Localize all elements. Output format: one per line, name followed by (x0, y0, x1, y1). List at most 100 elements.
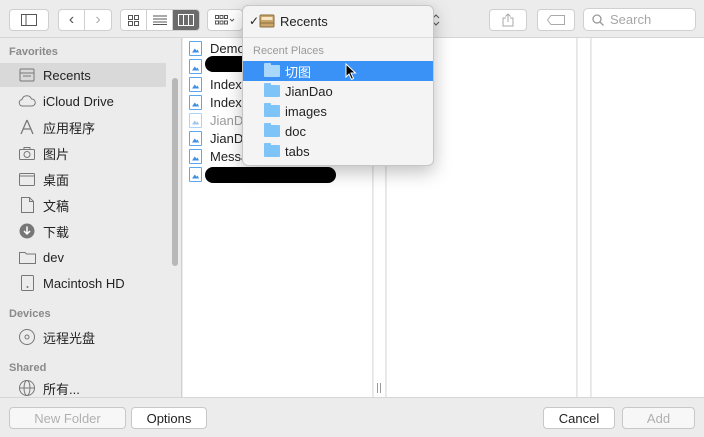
devices-title: Devices (9, 308, 51, 320)
recent-place-item[interactable]: doc (243, 121, 433, 141)
sidebar-item-label: 远程光盘 (43, 330, 96, 346)
file-item[interactable]: Indexe (189, 93, 249, 111)
image-file-icon (189, 130, 202, 146)
recent-place-label: 切图 (285, 64, 312, 80)
icon-view-button[interactable] (121, 10, 147, 30)
file-item[interactable]: Messa (189, 147, 248, 165)
folder-icon (264, 83, 280, 97)
sidebar-toggle-button[interactable] (9, 9, 49, 31)
document-icon (18, 196, 36, 214)
arrange-button[interactable] (207, 9, 243, 31)
disk-icon (18, 274, 36, 292)
search-field[interactable]: Search (583, 8, 696, 31)
folder-icon (264, 143, 280, 157)
disc-icon (18, 328, 36, 346)
view-mode-control (120, 9, 200, 31)
grid-icon (128, 14, 139, 26)
sidebar-scrollbar[interactable] (172, 78, 178, 266)
share-icon (502, 13, 514, 27)
new-folder-button[interactable]: New Folder (9, 407, 126, 429)
image-file-icon (189, 148, 202, 164)
recent-place-item[interactable]: 切图 (243, 61, 433, 81)
image-file-icon (189, 112, 202, 128)
folder-icon (264, 63, 280, 77)
empty-column (592, 38, 704, 397)
recents-drawer-icon (259, 14, 275, 28)
recents-icon (18, 66, 36, 84)
sidebar-item-applications[interactable]: 应用程序 (0, 115, 166, 139)
sidebar-item-label: 所有... (43, 382, 80, 397)
sidebar-item-all-shared[interactable]: 所有... (0, 379, 166, 397)
sidebar-item-label: 文稿 (43, 198, 70, 214)
sidebar-item-label: iCloud Drive (43, 93, 114, 109)
recent-place-label: images (285, 103, 327, 119)
network-icon (18, 379, 36, 397)
tags-button[interactable] (537, 9, 575, 31)
folder-icon (264, 123, 280, 137)
columns-icon (178, 14, 194, 26)
image-file-icon (189, 40, 202, 56)
image-file-icon (189, 166, 202, 182)
chevron-left-icon: ‹ (68, 11, 75, 28)
sidebar-icon (21, 14, 37, 26)
folder-icon (264, 103, 280, 117)
sidebar: Favorites Recents iCloud Drive 应用程序 图片 桌… (0, 38, 182, 397)
recent-place-label: doc (285, 123, 306, 139)
image-file-icon (189, 94, 202, 110)
recent-place-label: JianDao (285, 83, 333, 99)
tag-icon (547, 15, 565, 25)
sidebar-item-documents[interactable]: 文稿 (0, 193, 166, 217)
cloud-icon (18, 92, 36, 110)
bottom-bar: New Folder Options Cancel Add (0, 397, 704, 437)
shared-title: Shared (9, 362, 47, 374)
search-icon (592, 13, 604, 26)
menu-separator (243, 37, 433, 38)
sidebar-item-label: dev (43, 249, 64, 265)
add-button[interactable]: Add (622, 407, 695, 429)
share-button[interactable] (489, 9, 527, 31)
column-view-button[interactable] (173, 10, 199, 30)
checkmark-icon: ✓ (249, 14, 260, 28)
file-item[interactable]: Indexe (189, 75, 249, 93)
sidebar-item-dev[interactable]: dev (0, 245, 166, 269)
back-button[interactable]: ‹ (59, 10, 85, 30)
sidebar-item-icloud-drive[interactable]: iCloud Drive (0, 89, 166, 113)
sidebar-item-remote-disc[interactable]: 远程光盘 (0, 325, 166, 349)
sidebar-item-pictures[interactable]: 图片 (0, 141, 166, 165)
sidebar-item-label: 应用程序 (43, 120, 96, 136)
file-label: JianD (210, 130, 244, 146)
back-forward-control: ‹ › (58, 9, 112, 31)
recent-place-item[interactable]: JianDao (243, 81, 433, 101)
sidebar-item-desktop[interactable]: 桌面 (0, 167, 166, 191)
options-button[interactable]: Options (131, 407, 207, 429)
chevron-right-icon: › (95, 11, 101, 28)
file-item[interactable]: JianD (189, 129, 243, 147)
cancel-button[interactable]: Cancel (543, 407, 615, 429)
recent-place-item[interactable]: tabs (243, 141, 433, 161)
image-file-icon (189, 76, 202, 92)
recent-places-header: Recent Places (253, 45, 324, 57)
sidebar-item-label: 下载 (43, 224, 70, 240)
folder-icon (18, 248, 36, 266)
recent-place-label: tabs (285, 143, 310, 159)
applications-icon (18, 118, 36, 136)
sidebar-item-label: 桌面 (43, 172, 70, 188)
file-label: Demo (210, 40, 245, 56)
sidebar-item-downloads[interactable]: 下载 (0, 219, 166, 243)
file-item[interactable]: JianD (189, 111, 243, 129)
list-view-button[interactable] (147, 10, 173, 30)
sidebar-item-macintosh-hd[interactable]: Macintosh HD (0, 271, 166, 295)
file-item[interactable]: Demo (189, 39, 245, 57)
column-resize-handle[interactable] (377, 383, 381, 393)
recent-place-item[interactable]: images (243, 101, 433, 121)
column-divider (578, 38, 591, 397)
popup-current-item[interactable]: ✓ Recents (243, 10, 433, 32)
sidebar-item-label: Macintosh HD (43, 275, 125, 291)
sidebar-item-label: 图片 (43, 146, 70, 162)
popup-current-label: Recents (280, 13, 328, 29)
redaction-mark (205, 167, 336, 183)
sidebar-item-recents[interactable]: Recents (0, 63, 166, 87)
forward-button[interactable]: › (85, 10, 111, 30)
arrange-grid-icon (215, 15, 235, 25)
favorites-title: Favorites (9, 46, 58, 58)
